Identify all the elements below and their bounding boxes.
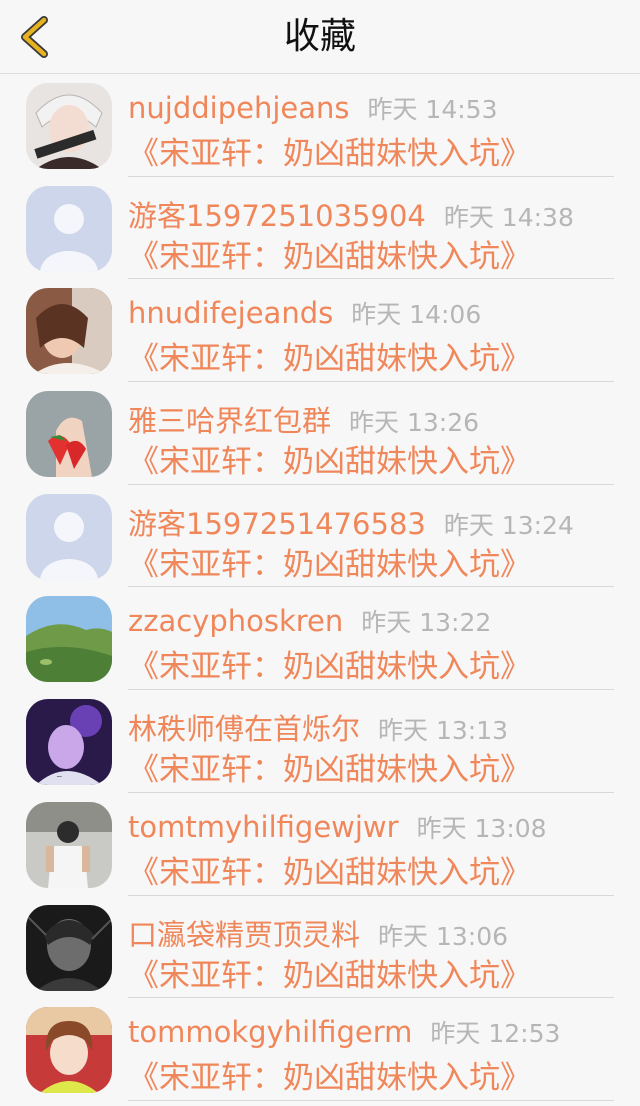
avatar-image xyxy=(26,801,112,888)
list-item-5[interactable]: 游客1597251476583 昨天 13:24 《宋亚轩：奶凶甜妹快入坑》 xyxy=(0,485,640,588)
avatar-image: ~ xyxy=(26,699,112,786)
list-item-4[interactable]: 雅三哈界红包群 昨天 13:26 《宋亚轩：奶凶甜妹快入坑》 xyxy=(0,382,640,485)
avatar-image xyxy=(26,596,112,683)
favorite-title: 《宋亚轩：奶凶甜妹快入坑》 xyxy=(128,649,531,686)
girl-selfie-avatar[interactable] xyxy=(26,1007,112,1094)
timestamp: 昨天 14:06 xyxy=(351,300,482,330)
list-item-10[interactable]: tommokgyhilfigerm 昨天 12:53 《宋亚轩：奶凶甜妹快入坑》 xyxy=(0,998,640,1101)
avatar-image xyxy=(26,185,112,272)
timestamp: 昨天 12:53 xyxy=(430,1019,561,1049)
username: 游客1597251035904 xyxy=(128,198,426,233)
timestamp: 昨天 13:08 xyxy=(416,813,547,843)
list-item-9[interactable]: 口瀛袋精贾顶灵料 昨天 13:06 《宋亚轩：奶凶甜妹快入坑》 xyxy=(0,896,640,999)
timestamp: 昨天 13:24 xyxy=(443,510,574,540)
divider xyxy=(128,1099,614,1101)
avatar-image xyxy=(26,493,112,580)
timestamp: 昨天 13:06 xyxy=(378,921,509,951)
list-item-7[interactable]: ~ 林秩师傅在首烁尔 昨天 13:13 《宋亚轩：奶凶甜妹快入坑》 xyxy=(0,690,640,793)
purple-photo-avatar[interactable]: ~ xyxy=(26,699,112,786)
list-item-2[interactable]: 游客1597251035904 昨天 14:38 《宋亚轩：奶凶甜妹快入坑》 xyxy=(0,177,640,280)
username: 雅三哈界红包群 xyxy=(128,404,332,439)
person-back-avatar[interactable] xyxy=(26,801,112,888)
username: 口瀛袋精贾顶灵料 xyxy=(128,917,361,952)
favorites-list: nujddipehjeans 昨天 14:53 《宋亚轩：奶凶甜妹快入坑》 游客… xyxy=(0,74,640,1101)
timestamp: 昨天 14:38 xyxy=(443,202,574,232)
favorite-title: 《宋亚轩：奶凶甜妹快入坑》 xyxy=(128,957,531,994)
list-item-1[interactable]: nujddipehjeans 昨天 14:53 《宋亚轩：奶凶甜妹快入坑》 xyxy=(0,74,640,177)
svg-text:~: ~ xyxy=(56,772,63,781)
username: tomtmyhilfigewjwr xyxy=(128,809,399,844)
avatar-image xyxy=(26,83,112,169)
username: nujddipehjeans xyxy=(128,91,350,125)
username: hnudifejeands xyxy=(128,296,334,331)
avatar-image xyxy=(26,288,112,375)
strawberry-avatar[interactable] xyxy=(26,391,112,478)
username: 林秩师傅在首烁尔 xyxy=(128,712,361,747)
favorite-title: 《宋亚轩：奶凶甜妹快入坑》 xyxy=(128,854,531,891)
avatar-image xyxy=(26,1007,112,1094)
landscape-avatar[interactable] xyxy=(26,596,112,683)
favorite-title: 《宋亚轩：奶凶甜妹快入坑》 xyxy=(128,546,531,583)
list-item-8[interactable]: tomtmyhilfigewjwr 昨天 13:08 《宋亚轩：奶凶甜妹快入坑》 xyxy=(0,793,640,896)
girl-photo-avatar[interactable] xyxy=(26,288,112,375)
list-item-3[interactable]: hnudifejeands 昨天 14:06 《宋亚轩：奶凶甜妹快入坑》 xyxy=(0,279,640,383)
page-title: 收藏 xyxy=(283,16,356,57)
favorite-title: 《宋亚轩：奶凶甜妹快入坑》 xyxy=(128,136,531,172)
timestamp: 昨天 14:53 xyxy=(367,95,498,124)
username: zzacyphoskren xyxy=(128,604,344,639)
favorite-title: 《宋亚轩：奶凶甜妹快入坑》 xyxy=(128,238,531,275)
username: tommokgyhilfigerm xyxy=(128,1015,413,1050)
timestamp: 昨天 13:13 xyxy=(378,716,509,746)
favorite-title: 《宋亚轩：奶凶甜妹快入坑》 xyxy=(128,752,531,789)
navigation-bar: 收藏 xyxy=(0,0,640,74)
timestamp: 昨天 13:22 xyxy=(361,608,492,638)
avatar-image xyxy=(26,391,112,478)
username: 游客1597251476583 xyxy=(128,506,426,541)
anime-character-avatar[interactable] xyxy=(26,83,112,169)
favorite-title: 《宋亚轩：奶凶甜妹快入坑》 xyxy=(128,444,531,481)
default-user-avatar[interactable] xyxy=(26,185,112,272)
list-item-6[interactable]: zzacyphoskren 昨天 13:22 《宋亚轩：奶凶甜妹快入坑》 xyxy=(0,587,640,691)
timestamp: 昨天 13:26 xyxy=(349,408,480,438)
default-user-avatar[interactable] xyxy=(26,493,112,580)
dark-photo-avatar[interactable] xyxy=(26,904,112,991)
favorite-title: 《宋亚轩：奶凶甜妹快入坑》 xyxy=(128,1060,531,1097)
favorite-title: 《宋亚轩：奶凶甜妹快入坑》 xyxy=(128,341,531,378)
avatar-image xyxy=(26,904,112,991)
